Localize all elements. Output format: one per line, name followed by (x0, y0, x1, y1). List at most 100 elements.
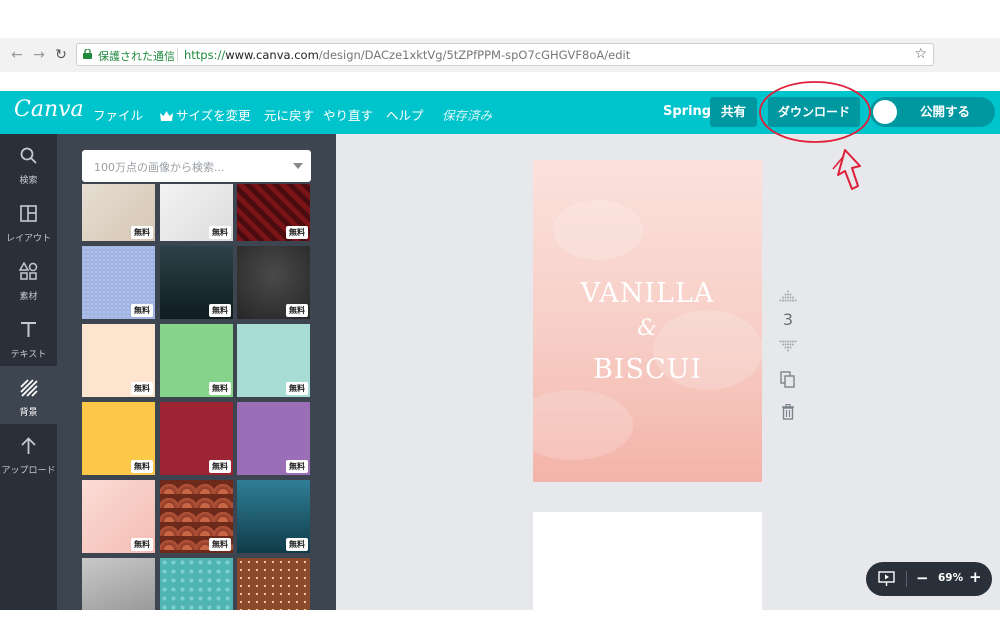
trash-icon[interactable] (781, 404, 795, 420)
publish-label: 公開する (920, 104, 971, 119)
sidebar-rail: 検索 レイアウト 素材 テキスト 背景 アップロード (0, 134, 57, 610)
free-badge: 無料 (131, 538, 153, 551)
layout-icon (20, 205, 37, 222)
page-number: 3 (782, 310, 794, 329)
sidebar-item-search[interactable]: 検索 (0, 134, 57, 192)
background-tile[interactable]: 無料 (237, 324, 310, 397)
download-button[interactable]: ダウンロード (768, 97, 860, 127)
url-domain: www.canva.com (225, 48, 319, 62)
sidebar-item-label: アップロード (1, 466, 56, 476)
canva-logo[interactable]: Canva (14, 97, 84, 122)
crown-icon (160, 111, 173, 121)
watercolor-texture (533, 390, 633, 460)
zoom-in-button[interactable]: + (969, 568, 982, 586)
search-placeholder: 100万点の画像から検索... (94, 161, 225, 174)
background-tile[interactable]: 無料 (237, 402, 310, 475)
design-page-2[interactable] (533, 512, 762, 610)
background-tile[interactable]: 無料 (160, 184, 233, 241)
present-icon[interactable] (878, 571, 895, 587)
background-tile[interactable] (160, 558, 233, 610)
text-icon (21, 322, 36, 337)
sidebar-item-label: 検索 (19, 176, 38, 186)
window-bottom-margin (0, 610, 1000, 640)
publish-toggle-knob[interactable] (873, 100, 897, 124)
move-page-up-icon[interactable] (779, 290, 797, 302)
background-tile[interactable]: 無料 (160, 402, 233, 475)
secure-connection-label: 保護された通信 (98, 50, 175, 63)
forward-arrow-icon[interactable]: → (30, 46, 48, 64)
background-icon (20, 379, 38, 397)
background-tile[interactable]: 無料 (82, 402, 155, 475)
background-tile[interactable]: 無料 (82, 324, 155, 397)
background-tile[interactable]: 無料 (237, 184, 310, 241)
design-title-line1[interactable]: VANILLA (533, 278, 762, 309)
star-icon[interactable]: ☆ (914, 46, 927, 62)
free-badge: 無料 (131, 226, 153, 239)
upload-icon (21, 437, 36, 454)
sidebar-item-label: レイアウト (5, 234, 51, 244)
zoom-level[interactable]: 69% (938, 572, 963, 584)
url-text[interactable]: https://www.canva.com/design/DACze1xktVg… (184, 48, 630, 62)
design-title-ampersand[interactable]: & (533, 316, 762, 341)
background-tile[interactable]: 無料 (237, 246, 310, 319)
menu-help[interactable]: ヘルプ (386, 105, 424, 124)
sidebar-item-label: 背景 (19, 408, 38, 418)
url-scheme: https:// (184, 48, 226, 62)
sidebar-item-text[interactable]: テキスト (0, 308, 57, 366)
menu-redo[interactable]: やり直す (323, 105, 373, 124)
zoom-divider (906, 571, 907, 587)
zoom-control: − 69% + (866, 562, 992, 596)
design-page-1[interactable]: VANILLA & BISCUI (533, 160, 762, 482)
saved-status: 保存済み (442, 108, 493, 123)
background-tile[interactable]: 無料 (82, 184, 155, 241)
free-badge: 無料 (131, 460, 153, 473)
sidebar-item-elements[interactable]: 素材 (0, 250, 57, 308)
background-tile[interactable] (237, 558, 310, 610)
elements-icon (19, 262, 38, 280)
background-tile[interactable]: 無料 (160, 324, 233, 397)
background-tile[interactable]: 無料 (82, 480, 155, 553)
sidebar-item-background[interactable]: 背景 (0, 366, 57, 424)
menu-resize-label: サイズを変更 (176, 108, 251, 123)
background-tile[interactable]: 無料 (160, 480, 233, 553)
free-badge: 無料 (131, 382, 153, 395)
free-badge: 無料 (209, 226, 231, 239)
sidebar-item-upload[interactable]: アップロード (0, 424, 57, 482)
free-badge: 無料 (209, 304, 231, 317)
move-page-down-icon[interactable] (779, 340, 797, 352)
duplicate-page-icon[interactable] (780, 371, 796, 389)
share-button[interactable]: 共有 (710, 97, 757, 127)
zoom-out-button[interactable]: − (916, 569, 929, 587)
lock-icon (83, 49, 92, 59)
sidebar-item-label: テキスト (10, 350, 47, 360)
url-divider (177, 48, 178, 62)
free-badge: 無料 (286, 226, 308, 239)
menu-undo[interactable]: 元に戻す (264, 105, 314, 124)
search-icon (20, 147, 37, 164)
address-bar[interactable]: 保護された通信 https://www.canva.com/design/DAC… (76, 43, 934, 66)
free-badge: 無料 (286, 460, 308, 473)
sidebar-item-label: 素材 (19, 292, 38, 302)
background-tile[interactable]: 無料 (82, 246, 155, 319)
background-tile[interactable] (82, 558, 155, 610)
free-badge: 無料 (286, 304, 308, 317)
sidebar-item-layout[interactable]: レイアウト (0, 192, 57, 250)
design-title-line2[interactable]: BISCUI (533, 354, 762, 385)
publish-button[interactable]: 公開する (870, 97, 995, 127)
url-path: /design/DACze1xktVg/5tZPfPPM-spO7cGHGVF8… (318, 48, 631, 62)
design-name[interactable]: Spring (663, 104, 711, 119)
free-badge: 無料 (286, 538, 308, 551)
free-badge: 無料 (209, 538, 231, 551)
menu-resize[interactable]: サイズを変更 (160, 105, 251, 124)
reload-icon[interactable]: ↻ (52, 46, 70, 64)
watercolor-texture (553, 200, 643, 260)
background-search-input[interactable]: 100万点の画像から検索... (82, 150, 311, 182)
free-badge: 無料 (286, 382, 308, 395)
free-badge: 無料 (131, 304, 153, 317)
menu-file[interactable]: ファイル (93, 105, 143, 124)
background-tile[interactable]: 無料 (160, 246, 233, 319)
background-tile[interactable]: 無料 (237, 480, 310, 553)
back-arrow-icon[interactable]: ← (8, 46, 26, 64)
chevron-down-icon[interactable] (293, 163, 303, 169)
free-badge: 無料 (209, 382, 231, 395)
